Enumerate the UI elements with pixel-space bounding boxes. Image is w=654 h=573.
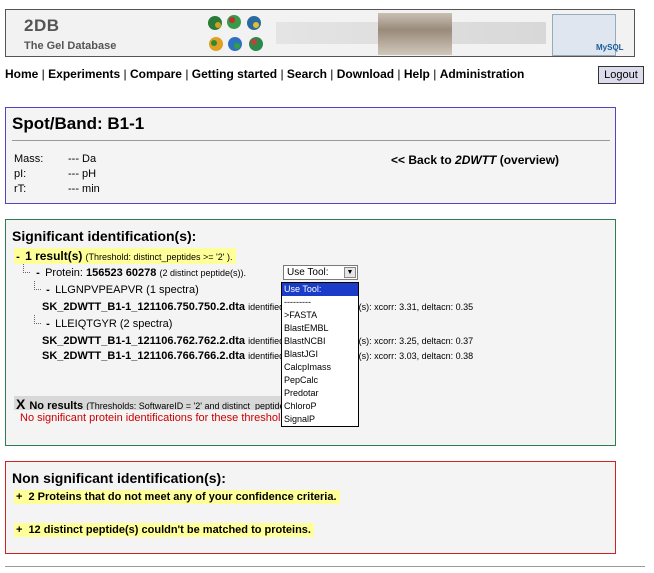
no-results-threshold: (Thresholds: SoftwareID = '2' and distin… <box>86 401 289 410</box>
collapse-toggle[interactable]: - <box>44 318 52 330</box>
nav-home[interactable]: Home <box>5 67 38 81</box>
rt-value: --- min <box>68 183 100 195</box>
spectrum-file[interactable]: SK_2DWTT_B1-1_121106.762.762.2.dta <box>42 335 245 347</box>
peptide-row: - LLEIQTGYR (2 spectra) <box>44 318 172 330</box>
main-nav: Home | Experiments | Compare | Getting s… <box>5 67 524 81</box>
tool-option[interactable]: BlastEMBL <box>282 322 358 335</box>
spectrum-row: SK_2DWTT_B1-1_121106.766.766.2.dta ident… <box>42 350 473 362</box>
peptide-sequence: LLEIQTGYR (2 spectra) <box>55 318 173 330</box>
tool-option[interactable]: Predotar <box>282 387 358 400</box>
peptide-row: - LLGNPVPEAPVR (1 spectra) <box>44 284 199 296</box>
peptide-sequence: LLGNPVPEAPVR (1 spectra) <box>55 284 199 296</box>
protein-label: Protein: <box>45 267 83 279</box>
header-banner: 2DB The Gel Database MySQL <box>5 9 635 57</box>
unmatched-peptides-row[interactable]: +12 distinct peptide(s) couldn't be matc… <box>14 523 314 537</box>
use-tool-options: Use Tool: --------- >FASTA BlastEMBL Bla… <box>281 282 359 427</box>
pi-label: pI: <box>14 168 27 180</box>
logo-title: 2DB <box>24 16 60 35</box>
footer-divider <box>5 566 645 567</box>
back-prefix: << Back to <box>391 153 456 167</box>
protein-row: - Protein: 156523 60278 (2 distinct pept… <box>34 267 246 279</box>
nav-separator: | <box>38 67 49 81</box>
tool-option[interactable]: SignalP <box>282 413 358 426</box>
nav-getting-started[interactable]: Getting started <box>192 67 277 81</box>
pi-value: --- pH <box>68 168 97 180</box>
non-significant-title: Non significant identification(s): <box>12 470 226 486</box>
spectrum-file[interactable]: SK_2DWTT_B1-1_121106.750.750.2.dta <box>42 301 245 313</box>
chevron-down-icon[interactable]: ▼ <box>344 267 356 278</box>
no-results-message: No significant protein identifications f… <box>20 412 288 424</box>
non-significant-panel: Non significant identification(s): +2 Pr… <box>5 461 616 554</box>
tool-option[interactable]: BlastNCBI <box>282 335 358 348</box>
mass-row: Mass: --- Da <box>14 153 96 165</box>
tool-option[interactable]: BlastJGI <box>282 348 358 361</box>
spot-panel: Spot/Band: B1-1 Mass: --- Da pI: --- pH … <box>5 107 616 204</box>
tool-option[interactable]: ChloroP <box>282 400 358 413</box>
tool-option-separator[interactable]: --------- <box>282 296 358 309</box>
collapse-toggle[interactable]: - <box>34 267 42 279</box>
tool-option[interactable]: >FASTA <box>282 309 358 322</box>
tool-option[interactable]: Use Tool: <box>282 283 358 296</box>
expand-icon[interactable]: + <box>16 491 22 503</box>
spectrum-row: SK_2DWTT_B1-1_121106.750.750.2.dta ident… <box>42 301 473 313</box>
row-text: 12 distinct peptide(s) couldn't be match… <box>28 524 311 536</box>
result-count: 1 result(s) <box>25 249 83 263</box>
nav-search[interactable]: Search <box>287 67 327 81</box>
nav-separator: | <box>120 67 130 81</box>
no-results-icon: X <box>16 396 26 410</box>
back-target: 2DWTT <box>455 153 497 167</box>
tree-connector <box>34 315 41 324</box>
mass-label: Mass: <box>14 153 44 165</box>
divider <box>12 140 610 141</box>
nav-separator: | <box>277 67 287 81</box>
logout-button[interactable]: Logout <box>598 66 644 84</box>
nav-help[interactable]: Help <box>404 67 430 81</box>
threshold-text: (Threshold: distinct_peptides >= '2' ). <box>85 252 233 262</box>
nav-compare[interactable]: Compare <box>130 67 182 81</box>
pi-row: pI: --- pH <box>14 168 96 180</box>
mysql-logo: MySQL <box>596 43 624 52</box>
tool-option[interactable]: PepCalc <box>282 374 358 387</box>
no-results-row: X No results (Thresholds: SoftwareID = '2… <box>14 396 289 410</box>
result-count-row: - 1 result(s) (Threshold: distinct_pepti… <box>14 248 236 264</box>
significant-title: Significant identification(s): <box>12 228 197 244</box>
spot-title: Spot/Band: B1-1 <box>12 114 145 133</box>
non-significant-proteins-row[interactable]: +2 Proteins that do not meet any of your… <box>14 490 340 504</box>
collapse-toggle[interactable]: - <box>44 284 52 296</box>
mass-value: --- Da <box>68 153 97 165</box>
use-tool-select[interactable]: Use Tool: ▼ <box>283 265 358 280</box>
nav-administration[interactable]: Administration <box>440 67 525 81</box>
nav-separator: | <box>181 67 192 81</box>
logo-subtitle: The Gel Database <box>24 40 117 52</box>
spectrum-row: SK_2DWTT_B1-1_121106.762.762.2.dta ident… <box>42 335 473 347</box>
nav-separator: | <box>429 67 440 81</box>
nav-download[interactable]: Download <box>337 67 394 81</box>
tree-connector <box>23 264 30 273</box>
tool-option[interactable]: CalcpImass <box>282 361 358 374</box>
nav-separator: | <box>326 67 337 81</box>
protein-id[interactable]: 156523 60278 <box>86 267 156 279</box>
no-results-label: No results <box>29 400 84 410</box>
collapse-toggle[interactable]: - <box>14 251 22 263</box>
rt-label: rT: <box>14 183 27 195</box>
nav-experiments[interactable]: Experiments <box>48 67 120 81</box>
gel-image <box>378 13 452 55</box>
protein-note: (2 distinct peptide(s)). <box>159 268 247 278</box>
rt-row: rT: --- min <box>14 183 100 195</box>
tree-connector <box>34 281 41 290</box>
protein-structures-image <box>208 15 263 51</box>
select-value: Use Tool: <box>287 267 329 278</box>
nav-separator: | <box>394 67 404 81</box>
spectrum-file[interactable]: SK_2DWTT_B1-1_121106.766.766.2.dta <box>42 350 245 362</box>
expand-icon[interactable]: + <box>16 524 22 536</box>
back-to-overview-link[interactable]: << Back to 2DWTT (overview) <box>391 153 559 167</box>
row-text: 2 Proteins that do not meet any of your … <box>28 491 337 503</box>
back-suffix: (overview) <box>496 153 560 167</box>
